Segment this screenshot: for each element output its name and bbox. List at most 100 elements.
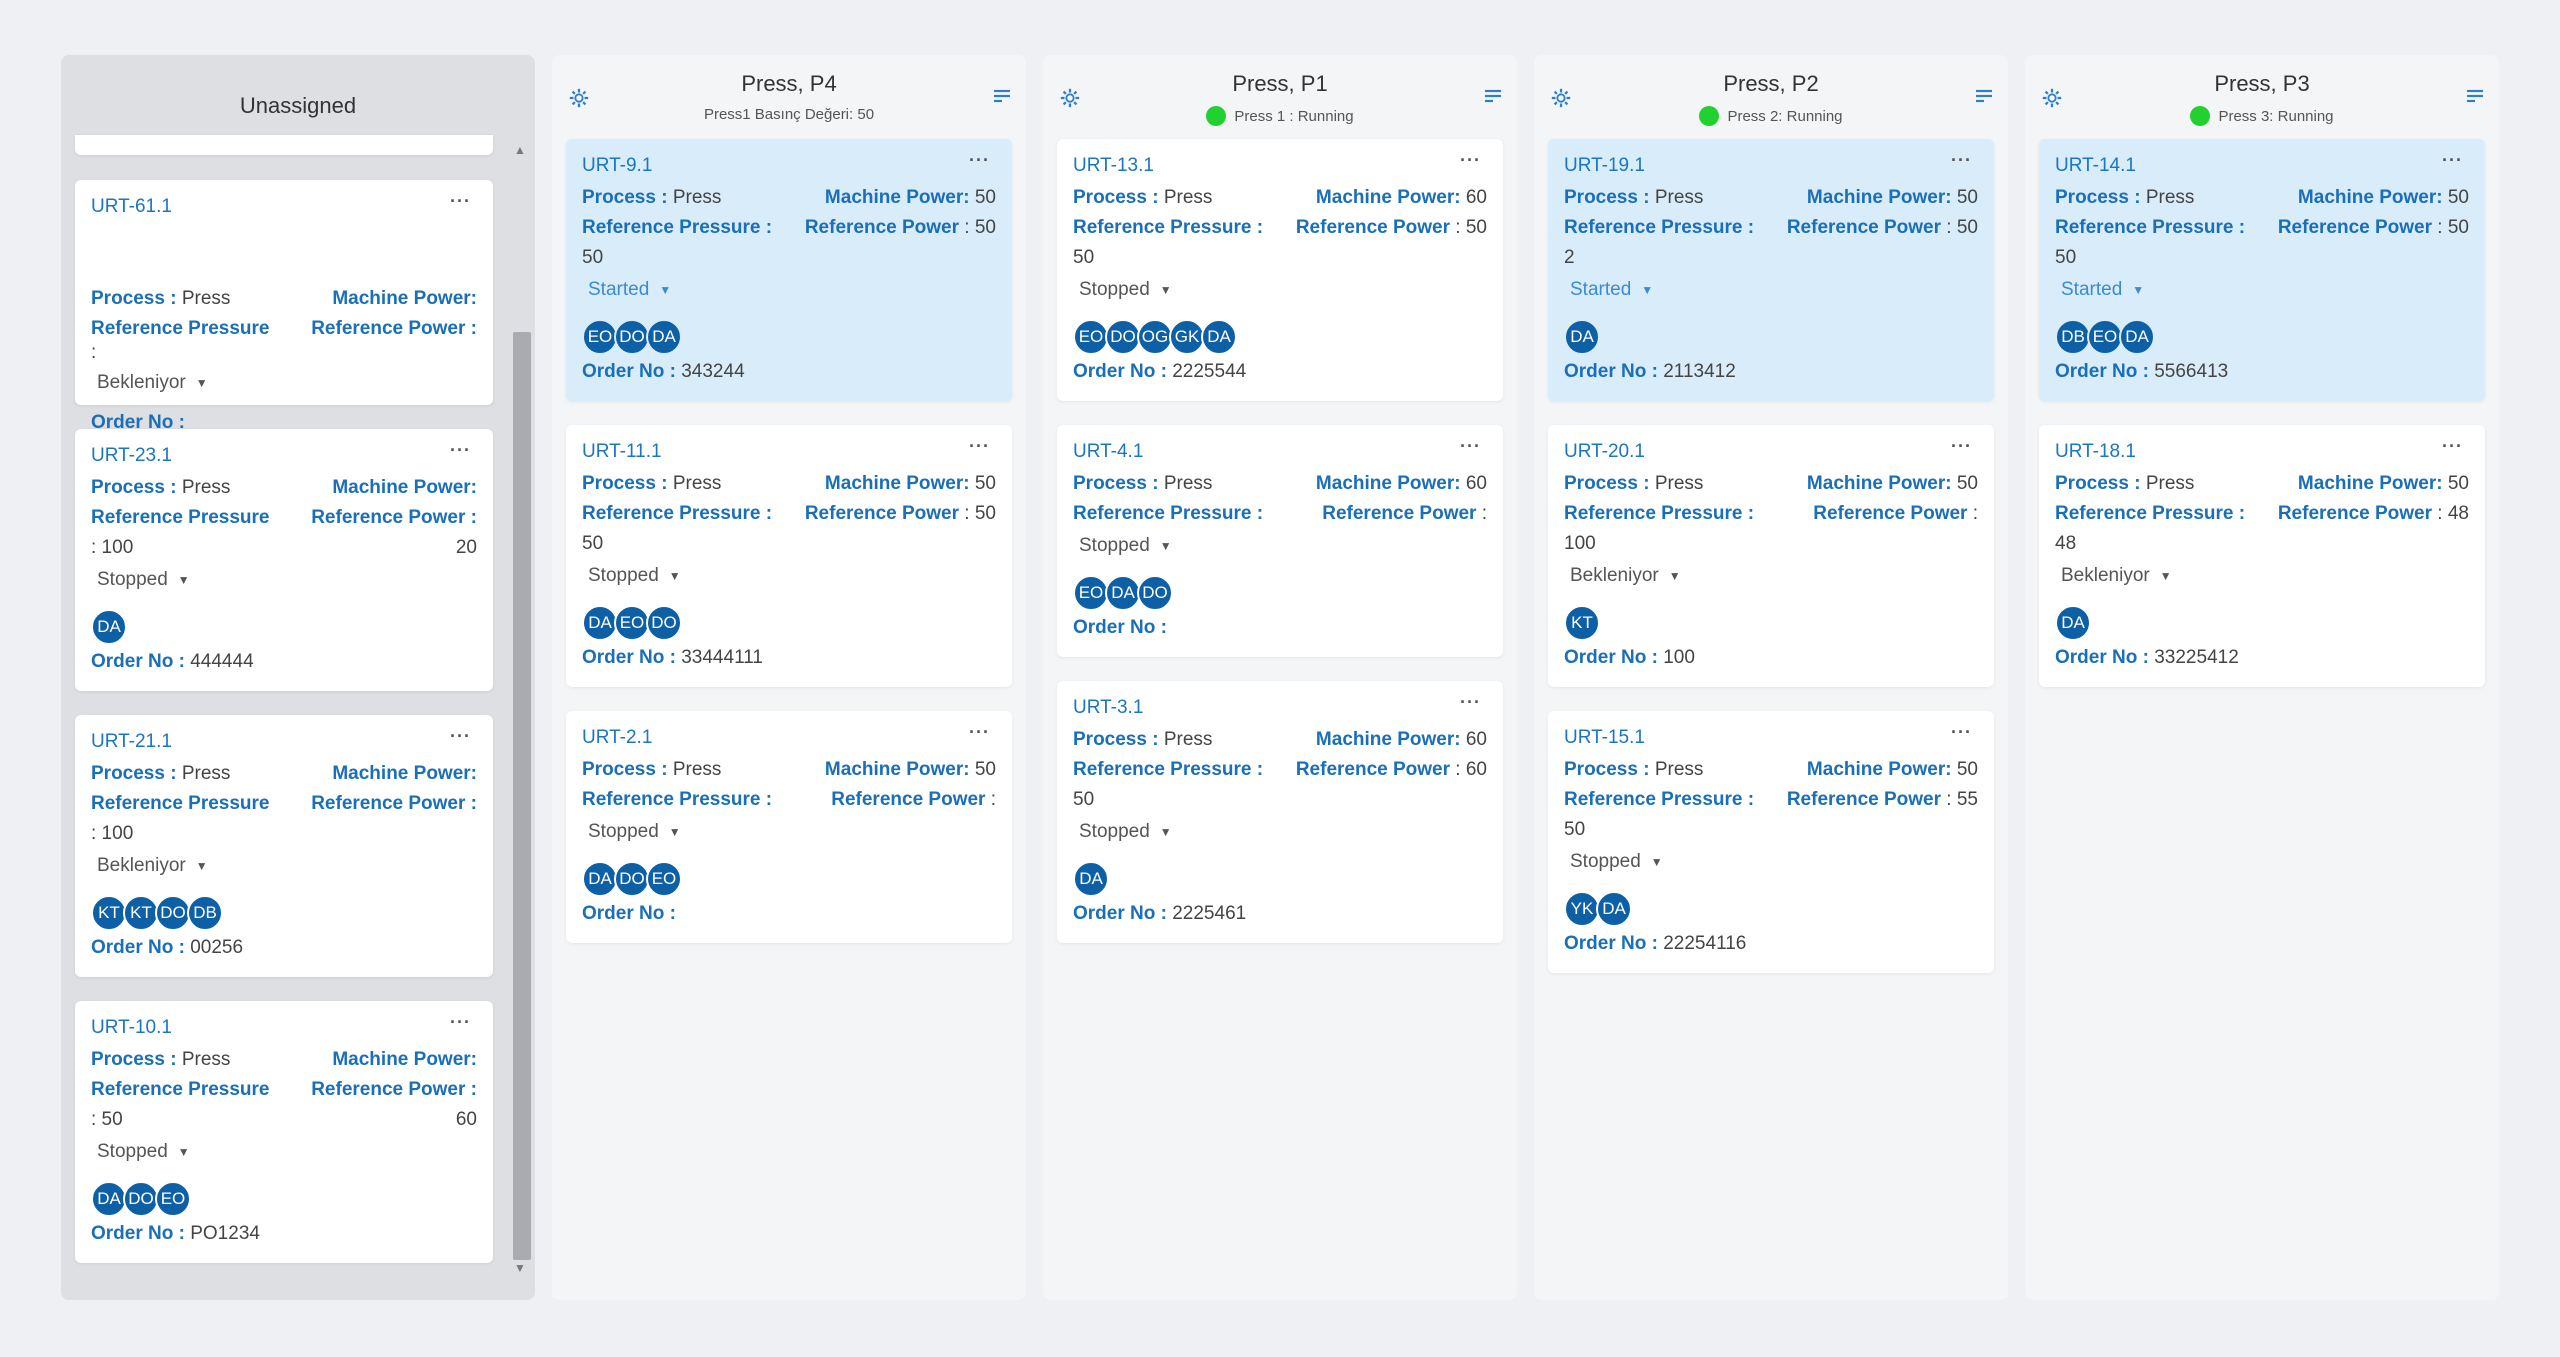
avatar[interactable]: EO xyxy=(155,1181,191,1217)
status-dropdown[interactable]: Stopped ▼ xyxy=(97,1137,190,1167)
avatar[interactable]: DO xyxy=(1105,319,1141,355)
work-order-card[interactable]: URT-3.1 ··· Process : Press Machine Powe… xyxy=(1057,681,1503,943)
more-icon[interactable]: ··· xyxy=(1951,145,1972,175)
status-dropdown[interactable]: Bekleniyor ▼ xyxy=(2061,561,2172,591)
status-dropdown[interactable]: Started ▼ xyxy=(588,275,671,305)
work-order-card[interactable]: URT-18.1 ··· Process : Press Machine Pow… xyxy=(2039,425,2485,687)
status-dropdown[interactable]: Bekleniyor ▼ xyxy=(97,368,208,398)
work-order-card[interactable]: URT-13.1 ··· Process : Press Machine Pow… xyxy=(1057,139,1503,401)
avatar[interactable]: EO xyxy=(646,861,682,897)
avatar[interactable]: DA xyxy=(91,1181,127,1217)
avatar[interactable]: DO xyxy=(123,1181,159,1217)
avatar[interactable]: KT xyxy=(123,895,159,931)
more-icon[interactable]: ··· xyxy=(450,721,471,751)
avatar[interactable]: EO xyxy=(1073,319,1109,355)
work-order-card[interactable]: URT-14.1 ··· Process : Press Machine Pow… xyxy=(2039,139,2485,401)
status-dropdown[interactable]: Stopped ▼ xyxy=(1570,847,1663,877)
status-dropdown[interactable]: Started ▼ xyxy=(1570,275,1653,305)
avatar[interactable]: DA xyxy=(582,605,618,641)
avatar[interactable]: DO xyxy=(646,605,682,641)
avatar[interactable]: KT xyxy=(1564,605,1600,641)
more-icon[interactable]: ··· xyxy=(1951,431,1972,461)
avatar[interactable]: EO xyxy=(614,605,650,641)
work-order-card[interactable]: URT-23.1 ··· Process : Press Machine Pow… xyxy=(75,429,493,691)
more-icon[interactable]: ··· xyxy=(1460,431,1481,461)
scroll-down-icon[interactable]: ▼ xyxy=(514,1261,526,1275)
card-id[interactable]: URT-11.1 xyxy=(582,437,662,467)
status-dropdown[interactable]: Stopped ▼ xyxy=(1079,817,1172,847)
avatar[interactable]: DA xyxy=(2055,605,2091,641)
avatar[interactable]: DA xyxy=(1596,891,1632,927)
avatar[interactable]: OG xyxy=(1137,319,1173,355)
avatar[interactable]: DB xyxy=(187,895,223,931)
filter-icon[interactable] xyxy=(1974,87,1994,107)
more-icon[interactable]: ··· xyxy=(450,1007,471,1037)
more-icon[interactable]: ··· xyxy=(969,145,990,175)
work-order-card[interactable]: URT-11.1 ··· Process : Press Machine Pow… xyxy=(566,425,1012,687)
avatar[interactable]: DO xyxy=(614,319,650,355)
more-icon[interactable]: ··· xyxy=(1951,717,1972,747)
work-order-card[interactable]: URT-10.1 ··· Process : Press Machine Pow… xyxy=(75,1001,493,1263)
avatar[interactable]: DA xyxy=(582,861,618,897)
card-id[interactable]: URT-20.1 xyxy=(1564,437,1645,467)
status-dropdown[interactable]: Bekleniyor ▼ xyxy=(1570,561,1681,591)
avatar[interactable]: GK xyxy=(1169,319,1205,355)
work-order-card[interactable]: URT-2.1 ··· Process : Press Machine Powe… xyxy=(566,711,1012,943)
work-order-card[interactable]: URT-4.1 ··· Process : Press Machine Powe… xyxy=(1057,425,1503,657)
work-order-card[interactable]: URT-20.1 ··· Process : Press Machine Pow… xyxy=(1548,425,1994,687)
avatar[interactable]: DO xyxy=(155,895,191,931)
avatar[interactable]: DA xyxy=(91,609,127,645)
card-id[interactable]: URT-61.1 xyxy=(91,192,172,222)
filter-icon[interactable] xyxy=(2465,87,2485,107)
card-id[interactable]: URT-13.1 xyxy=(1073,151,1154,181)
work-order-card[interactable]: URT-9.1 ··· Process : Press Machine Powe… xyxy=(566,139,1012,401)
avatar[interactable]: DO xyxy=(614,861,650,897)
status-dropdown[interactable]: Stopped ▼ xyxy=(97,565,190,595)
card-id[interactable]: URT-23.1 xyxy=(91,441,172,471)
status-dropdown[interactable]: Bekleniyor ▼ xyxy=(97,851,208,881)
card-id[interactable]: URT-3.1 xyxy=(1073,693,1143,723)
avatar[interactable]: DA xyxy=(2119,319,2155,355)
work-order-card[interactable]: URT-15.1 ··· Process : Press Machine Pow… xyxy=(1548,711,1994,973)
more-icon[interactable]: ··· xyxy=(2442,145,2463,175)
avatar[interactable]: EO xyxy=(582,319,618,355)
card-id[interactable]: URT-2.1 xyxy=(582,723,652,753)
status-dropdown[interactable]: Stopped ▼ xyxy=(1079,531,1172,561)
more-icon[interactable]: ··· xyxy=(2442,431,2463,461)
scroll-up-icon[interactable]: ▲ xyxy=(514,143,526,157)
avatar[interactable]: EO xyxy=(1073,575,1109,611)
avatar[interactable]: DA xyxy=(1201,319,1237,355)
card-id[interactable]: URT-4.1 xyxy=(1073,437,1143,467)
avatar[interactable]: DA xyxy=(1105,575,1141,611)
avatar[interactable]: YK xyxy=(1564,891,1600,927)
status-dropdown[interactable]: Stopped ▼ xyxy=(1079,275,1172,305)
more-icon[interactable]: ··· xyxy=(969,717,990,747)
avatar[interactable]: EO xyxy=(2087,319,2123,355)
more-icon[interactable]: ··· xyxy=(969,431,990,461)
card-id[interactable]: URT-21.1 xyxy=(91,727,172,757)
card-id[interactable]: URT-15.1 xyxy=(1564,723,1645,753)
avatar[interactable]: DA xyxy=(1073,861,1109,897)
work-order-card[interactable]: URT-21.1 ··· Process : Press Machine Pow… xyxy=(75,715,493,977)
more-icon[interactable]: ··· xyxy=(1460,687,1481,717)
more-icon[interactable]: ··· xyxy=(1460,145,1481,175)
scrollbar-thumb[interactable] xyxy=(513,332,531,1260)
card-id[interactable]: URT-14.1 xyxy=(2055,151,2136,181)
card-id[interactable]: URT-18.1 xyxy=(2055,437,2136,467)
card-id[interactable]: URT-19.1 xyxy=(1564,151,1645,181)
work-order-card[interactable]: URT-19.1 ··· Process : Press Machine Pow… xyxy=(1548,139,1994,401)
avatar[interactable]: DA xyxy=(646,319,682,355)
avatar[interactable]: DA xyxy=(1564,319,1600,355)
filter-icon[interactable] xyxy=(1483,87,1503,107)
status-dropdown[interactable]: Started ▼ xyxy=(2061,275,2144,305)
avatar[interactable]: DB xyxy=(2055,319,2091,355)
card-partial[interactable] xyxy=(75,135,493,155)
work-order-card[interactable]: URT-61.1 ··· Process : Press Machine Pow… xyxy=(75,180,493,433)
more-icon[interactable]: ··· xyxy=(450,186,471,216)
card-id[interactable]: URT-9.1 xyxy=(582,151,652,181)
card-id[interactable]: URT-10.1 xyxy=(91,1013,172,1043)
status-dropdown[interactable]: Stopped ▼ xyxy=(588,561,681,591)
more-icon[interactable]: ··· xyxy=(450,435,471,465)
avatar[interactable]: DO xyxy=(1137,575,1173,611)
avatar[interactable]: KT xyxy=(91,895,127,931)
